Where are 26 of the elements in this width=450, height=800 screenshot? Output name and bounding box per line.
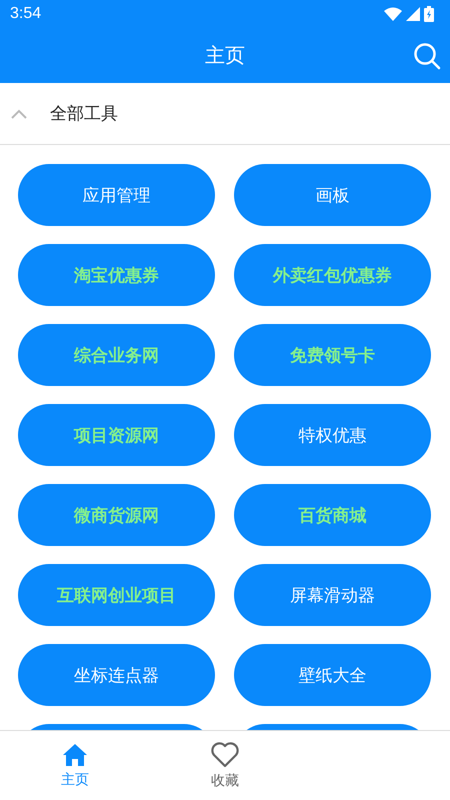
heart-icon [211, 742, 239, 768]
home-icon [62, 742, 88, 766]
search-icon[interactable] [412, 41, 442, 71]
tool-button[interactable]: 项目资源网 [18, 404, 215, 466]
tool-button[interactable]: 画板 [234, 164, 431, 226]
tool-button[interactable]: 互联网创业项目 [18, 564, 215, 626]
tool-button[interactable]: 免费领号卡 [234, 324, 431, 386]
chevron-icon[interactable] [10, 108, 28, 120]
tool-button[interactable]: 壁纸大全 [234, 644, 431, 706]
nav-tab[interactable]: 收藏 [150, 731, 300, 800]
status-time: 3:54 [10, 5, 42, 23]
wifi-icon [384, 7, 402, 21]
tool-button[interactable]: 应用管理 [18, 164, 215, 226]
nav-tab[interactable]: 主页 [0, 731, 150, 800]
tool-button[interactable]: 坐标连点器 [18, 644, 215, 706]
tool-button[interactable]: 特权优惠 [234, 404, 431, 466]
tool-button[interactable]: 综合业务网 [18, 324, 215, 386]
tool-button[interactable]: 微商货源网 [18, 484, 215, 546]
tool-button[interactable]: 百货商城 [234, 484, 431, 546]
tool-button[interactable]: 外卖红包优惠券 [234, 244, 431, 306]
battery-icon [424, 6, 434, 22]
section-title: 全部工具 [50, 103, 118, 125]
app-bar-title: 主页 [205, 42, 245, 69]
tool-button[interactable]: 屏幕滑动器 [234, 564, 431, 626]
signal-icon [406, 7, 420, 21]
tool-button[interactable]: 淘宝优惠券 [18, 244, 215, 306]
